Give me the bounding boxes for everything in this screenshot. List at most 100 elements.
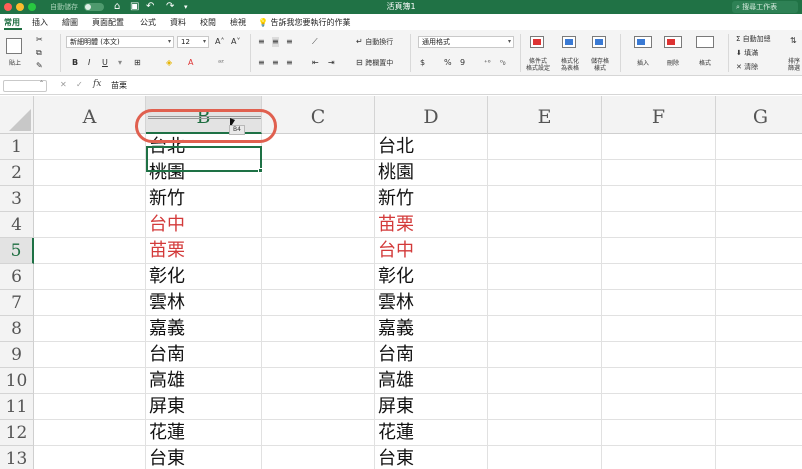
format-painter-icon[interactable]: ✎ — [36, 61, 43, 71]
fill-handle[interactable] — [258, 168, 263, 173]
name-box[interactable]: ⌃ — [3, 80, 47, 92]
select-all-button[interactable] — [0, 96, 34, 134]
formula-input[interactable]: 苗栗 — [111, 80, 127, 91]
wrap-text-button[interactable]: ↵ 自動換行 — [356, 37, 393, 47]
italic-button[interactable]: I — [88, 58, 90, 68]
font-grow-button[interactable]: A˄ — [215, 37, 224, 47]
row-header-6[interactable]: 6 — [0, 264, 34, 290]
column-header-g[interactable]: G — [716, 96, 802, 134]
fill-button[interactable]: ⬇ 填滿 — [736, 48, 758, 58]
merge-center-button[interactable]: ⊟ 跨欄置中 — [356, 58, 393, 68]
borders-icon[interactable]: ⊞ — [134, 58, 141, 68]
tab-formulas[interactable]: 公式 — [140, 17, 156, 28]
row-header-8[interactable]: 8 — [0, 316, 34, 342]
insert-cells-label[interactable]: 插入 — [630, 60, 656, 67]
orientation-icon[interactable]: ⟋ — [312, 37, 318, 47]
row-header-13[interactable]: 13 — [0, 446, 34, 469]
tab-insert[interactable]: 插入 — [32, 17, 48, 28]
cell-b6[interactable]: 彰化 — [146, 264, 262, 290]
delete-cells-icon[interactable] — [664, 36, 682, 48]
row-header-9[interactable]: 9 — [0, 342, 34, 368]
cell-b8[interactable]: 嘉義 — [146, 316, 262, 342]
cell-b5[interactable]: 苗栗 — [146, 238, 262, 264]
conditional-format-icon[interactable] — [530, 36, 544, 48]
cut-icon[interactable]: ✂ — [36, 35, 43, 45]
cell-d11[interactable]: 屏東 — [375, 394, 488, 420]
cell-d9[interactable]: 台南 — [375, 342, 488, 368]
cell-d3[interactable]: 新竹 — [375, 186, 488, 212]
underline-dropdown-icon[interactable]: ▾ — [118, 58, 122, 68]
row-header-5[interactable]: 5 — [0, 238, 34, 264]
column-header-f[interactable]: F — [602, 96, 716, 134]
cell-d13[interactable]: 台東 — [375, 446, 488, 469]
align-top-icon[interactable]: ≡ — [258, 37, 265, 47]
align-bottom-icon[interactable]: ≡ — [286, 37, 293, 47]
conditional-format-label[interactable]: 條件式 格式設定 — [522, 58, 554, 72]
row-header-2[interactable]: 2 — [0, 160, 34, 186]
confirm-entry-button[interactable]: ✓ — [76, 80, 83, 89]
tab-view[interactable]: 檢視 — [230, 17, 246, 28]
cell-styles-label[interactable]: 儲存格 樣式 — [586, 58, 614, 72]
align-middle-icon[interactable]: ≡ — [272, 37, 279, 47]
cell-d8[interactable]: 嘉義 — [375, 316, 488, 342]
number-format-select[interactable]: 通用格式 ▾ — [418, 36, 514, 48]
cell-b10[interactable]: 高雄 — [146, 368, 262, 394]
delete-cells-label[interactable]: 刪除 — [660, 60, 686, 67]
percent-button[interactable]: % — [444, 58, 452, 68]
clear-button[interactable]: ✕ 清除 — [736, 62, 758, 72]
cell-b7[interactable]: 雲林 — [146, 290, 262, 316]
autosum-button[interactable]: Σ 自動加總 — [736, 34, 771, 44]
cell-b11[interactable]: 屏東 — [146, 394, 262, 420]
search-sheet-input[interactable]: ⌕ 搜尋工作表 — [732, 1, 798, 13]
paste-icon[interactable] — [6, 38, 22, 54]
comma-button[interactable]: 9 — [460, 58, 465, 68]
font-color-icon[interactable]: A — [188, 58, 193, 68]
increase-decimal-icon[interactable]: ⁺⁰ — [484, 58, 491, 68]
align-right-icon[interactable]: ≡ — [286, 58, 293, 68]
cell-d2[interactable]: 桃園 — [375, 160, 488, 186]
copy-icon[interactable]: ⧉ — [36, 48, 42, 58]
fill-color-icon[interactable]: ◈ — [166, 58, 172, 68]
cell-d10[interactable]: 高雄 — [375, 368, 488, 394]
row-header-7[interactable]: 7 — [0, 290, 34, 316]
tell-me-box[interactable]: 💡 告訴我您要執行的作業 — [258, 17, 351, 28]
cell-styles-icon[interactable] — [592, 36, 606, 48]
row-header-1[interactable]: 1 — [0, 134, 34, 160]
format-as-table-icon[interactable] — [562, 36, 576, 48]
font-name-select[interactable]: 新細明體 (本文) ▾ — [66, 36, 174, 48]
tab-review[interactable]: 校閱 — [200, 17, 216, 28]
column-header-e[interactable]: E — [488, 96, 602, 134]
worksheet-grid[interactable]: A B C D E F G 1 2 3 4 5 6 7 8 9 10 11 12 13 台北 桃園 新竹 台中 苗栗 彰化 雲林 嘉義… — [0, 96, 802, 469]
insert-cells-icon[interactable] — [634, 36, 652, 48]
cell-d1[interactable]: 台北 — [375, 134, 488, 160]
cell-b13[interactable]: 台東 — [146, 446, 262, 469]
column-header-a[interactable]: A — [34, 96, 146, 134]
row-header-4[interactable]: 4 — [0, 212, 34, 238]
cell-b9[interactable]: 台南 — [146, 342, 262, 368]
cell-b12[interactable]: 花蓮 — [146, 420, 262, 446]
font-shrink-button[interactable]: A˅ — [231, 37, 240, 47]
row-header-11[interactable]: 11 — [0, 394, 34, 420]
cell-d5[interactable]: 台中 — [375, 238, 488, 264]
column-header-c[interactable]: C — [262, 96, 375, 134]
column-header-d[interactable]: D — [375, 96, 488, 134]
tab-home[interactable]: 常用 — [4, 17, 20, 28]
tab-draw[interactable]: 繪圖 — [62, 17, 78, 28]
sort-filter-label[interactable]: 排序 篩選 — [784, 58, 802, 72]
format-cells-label[interactable]: 格式 — [692, 60, 718, 67]
cancel-entry-button[interactable]: ✕ — [60, 80, 67, 89]
font-size-select[interactable]: 12 ▾ — [177, 36, 209, 48]
decrease-decimal-icon[interactable]: ⁰₀ — [500, 58, 506, 68]
row-header-3[interactable]: 3 — [0, 186, 34, 212]
format-cells-icon[interactable] — [696, 36, 714, 48]
cell-d6[interactable]: 彰化 — [375, 264, 488, 290]
currency-button[interactable]: $ — [420, 58, 425, 68]
cell-d4[interactable]: 苗栗 — [375, 212, 488, 238]
align-left-icon[interactable]: ≡ — [258, 58, 265, 68]
tab-data[interactable]: 資料 — [170, 17, 186, 28]
cell-b3[interactable]: 新竹 — [146, 186, 262, 212]
underline-button[interactable]: U — [102, 58, 108, 68]
tab-page-layout[interactable]: 頁面配置 — [92, 17, 124, 28]
row-header-10[interactable]: 10 — [0, 368, 34, 394]
cell-b4[interactable]: 台中 — [146, 212, 262, 238]
